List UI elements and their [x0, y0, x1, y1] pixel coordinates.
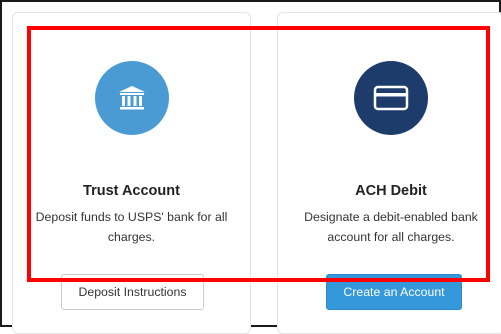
ach-debit-description: Designate a debit-enabled bank account f…: [304, 210, 478, 244]
deposit-instructions-button[interactable]: Deposit Instructions: [61, 274, 204, 310]
ach-debit-card: ACH Debit Designate a debit-enabled bank…: [277, 12, 501, 334]
trust-account-icon-circle: [94, 61, 169, 135]
bank-icon: [117, 84, 147, 112]
create-account-button[interactable]: Create an Account: [326, 274, 462, 310]
ach-debit-icon-circle: [354, 61, 428, 135]
ach-debit-title: ACH Debit: [355, 183, 427, 199]
trust-account-description: Deposit funds to USPS' bank for all char…: [35, 210, 228, 244]
trust-account-title: Trust Account: [83, 183, 180, 199]
trust-account-card: Trust Account Deposit funds to USPS' ban…: [12, 12, 251, 334]
credit-card-icon: [373, 85, 409, 111]
